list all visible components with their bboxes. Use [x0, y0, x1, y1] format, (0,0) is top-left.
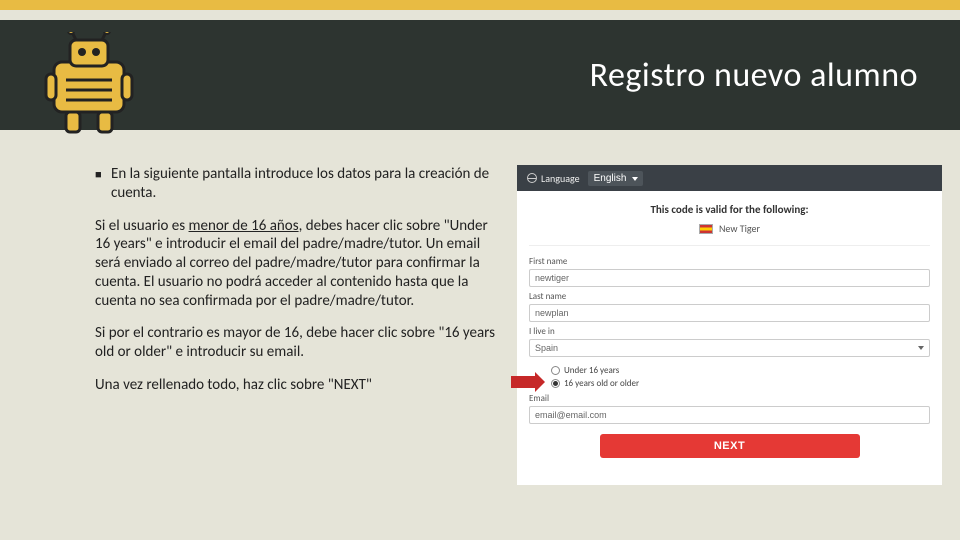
page-title: Registro nuevo alumno: [590, 55, 918, 96]
p1-lead: Si el usuario es: [95, 217, 189, 235]
last-name-label: Last name: [529, 291, 930, 302]
bullet-marker: ■: [95, 165, 111, 203]
valid-for-text: This code is valid for the following:: [517, 191, 942, 222]
paragraph-1: Si el usuario es menor de 16 años, debes…: [95, 217, 505, 311]
product-name: New Tiger: [719, 222, 760, 235]
title-banner: Registro nuevo alumno: [0, 20, 960, 130]
email-field[interactable]: [529, 406, 930, 424]
p1-underline: menor de 16 años: [189, 217, 299, 235]
email-label: Email: [529, 393, 930, 404]
live-in-label: I live in: [529, 326, 930, 337]
first-name-field[interactable]: [529, 269, 930, 287]
book-icon: [699, 224, 713, 234]
language-select-wrap: English: [588, 171, 643, 186]
language-select[interactable]: English: [588, 171, 643, 186]
next-button[interactable]: NEXT: [600, 434, 860, 458]
form-body: First name Last name I live in Spain Und…: [517, 256, 942, 458]
radio-icon: [551, 366, 560, 375]
radio-older-label: 16 years old or older: [564, 378, 639, 389]
radio-under-16[interactable]: Under 16 years: [551, 365, 930, 376]
bullet-text: En la siguiente pantalla introduce los d…: [111, 165, 505, 203]
slide: Registro nuevo alumno ■ En la siguiente …: [0, 0, 960, 540]
robot-icon: [42, 32, 142, 135]
embedded-form-screenshot: Language English This code is valid for …: [517, 165, 942, 485]
radio-16-or-older[interactable]: 16 years old or older: [551, 378, 930, 389]
bullet-item: ■ En la siguiente pantalla introduce los…: [95, 165, 505, 203]
language-label: Language: [527, 172, 580, 185]
live-in-select-wrap: Spain: [529, 339, 930, 357]
last-name-field[interactable]: [529, 304, 930, 322]
first-name-label: First name: [529, 256, 930, 267]
body-text: ■ En la siguiente pantalla introduce los…: [95, 165, 505, 409]
product-chip: New Tiger: [529, 222, 930, 246]
globe-icon: [527, 173, 537, 183]
form-topbar: Language English: [517, 165, 942, 191]
accent-bar: [0, 0, 960, 10]
paragraph-2: Si por el contrario es mayor de 16, debe…: [95, 324, 505, 362]
paragraph-3: Una vez rellenado todo, haz clic sobre "…: [95, 376, 505, 395]
language-label-text: Language: [541, 172, 580, 185]
callout-arrow-icon: [511, 372, 545, 392]
radio-under-label: Under 16 years: [564, 365, 619, 376]
radio-icon: [551, 379, 560, 388]
live-in-select[interactable]: Spain: [529, 339, 930, 357]
